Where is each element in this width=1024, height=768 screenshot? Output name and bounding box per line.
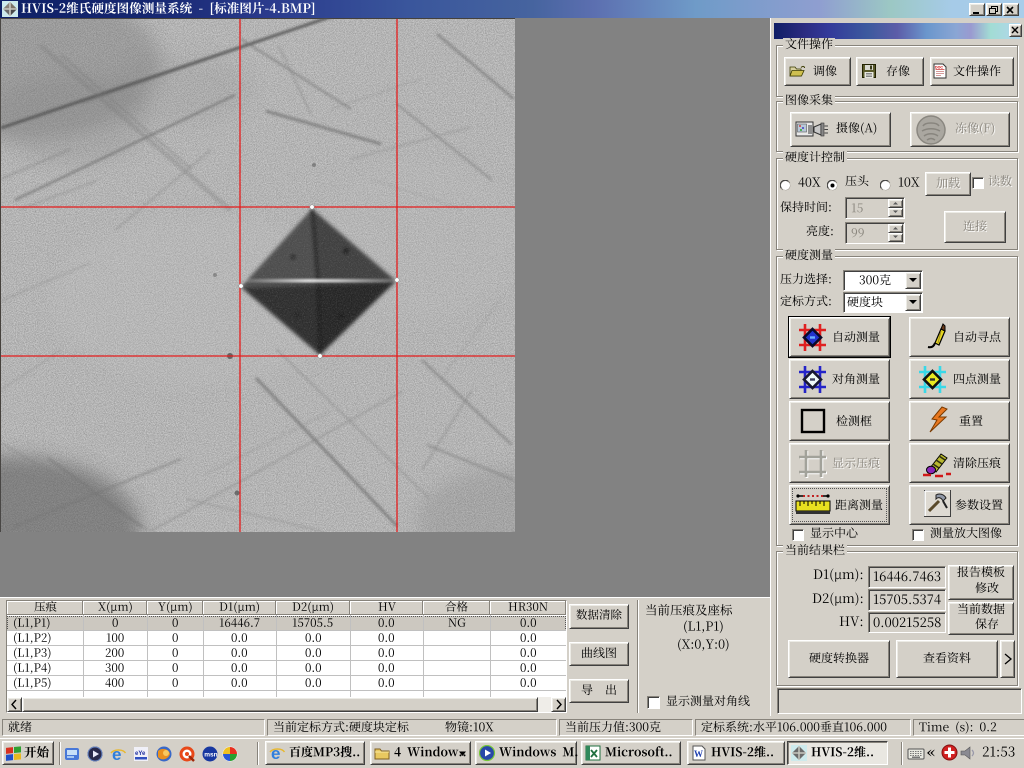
svg-text:DOC: DOC bbox=[935, 66, 943, 70]
svg-text:eYe: eYe bbox=[135, 751, 146, 757]
svg-text:W: W bbox=[694, 749, 703, 759]
svg-text:e: e bbox=[112, 746, 121, 763]
svg-text:msn: msn bbox=[204, 752, 217, 759]
svg-text:e: e bbox=[271, 745, 280, 762]
